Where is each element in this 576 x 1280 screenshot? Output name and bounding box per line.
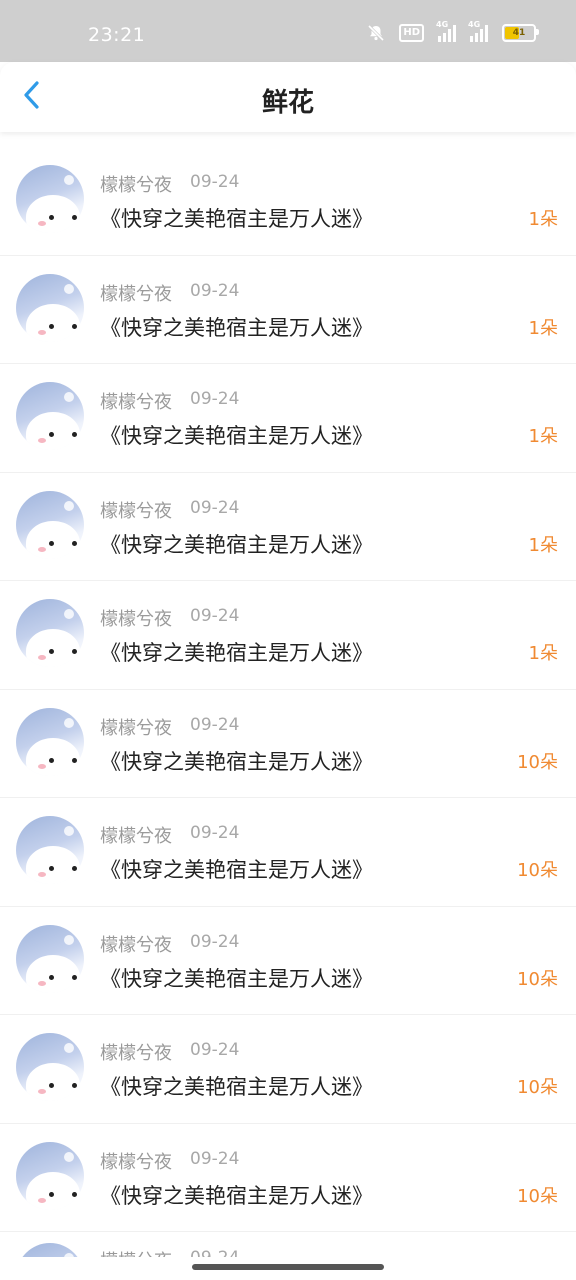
record-date: 09-24 — [190, 172, 240, 192]
record-date: 09-24 — [190, 389, 240, 409]
network-type: 4G — [468, 20, 481, 29]
record-date: 09-24 — [190, 606, 240, 626]
book-title[interactable]: 《快穿之美艳宿主是万人迷》 — [100, 1071, 373, 1101]
avatar[interactable] — [16, 707, 84, 776]
book-title[interactable]: 《快穿之美艳宿主是万人迷》 — [100, 1180, 373, 1210]
list-item[interactable]: 檬檬兮夜 09-24 《快穿之美艳宿主是万人迷》 1朵 — [0, 147, 576, 256]
user-name[interactable]: 檬檬兮夜 — [100, 605, 172, 631]
book-title[interactable]: 《快穿之美艳宿主是万人迷》 — [100, 529, 373, 559]
record-date: 09-24 — [190, 823, 240, 843]
user-name[interactable]: 檬檬兮夜 — [100, 931, 172, 957]
book-title[interactable]: 《快穿之美艳宿主是万人迷》 — [100, 746, 373, 776]
list-item[interactable]: 檬檬兮夜 09-24 《快穿之美艳宿主是万人迷》 10朵 — [0, 1015, 576, 1124]
list-item[interactable]: 檬檬兮夜 09-24 《快穿之美艳宿主是万人迷》 10朵 — [0, 1124, 576, 1232]
list-item[interactable]: 檬檬兮夜 09-24 《快穿之美艳宿主是万人迷》 1朵 — [0, 473, 576, 581]
signal-icon: 4G — [468, 20, 488, 42]
avatar[interactable] — [16, 1141, 84, 1210]
list-item[interactable]: 檬檬兮夜 09-24 — [0, 1237, 576, 1257]
flower-count: 1朵 — [528, 209, 558, 230]
list-item[interactable]: 檬檬兮夜 09-24 《快穿之美艳宿主是万人迷》 1朵 — [0, 256, 576, 364]
avatar[interactable] — [16, 1243, 84, 1257]
flower-count: 10朵 — [517, 751, 558, 773]
record-date: 09-24 — [190, 497, 240, 518]
flower-count: 1朵 — [528, 534, 558, 556]
status-time: 23:21 — [88, 24, 146, 46]
user-name[interactable]: 檬檬兮夜 — [100, 1148, 172, 1174]
avatar[interactable] — [16, 816, 84, 884]
home-indicator[interactable] — [192, 1264, 384, 1270]
book-title[interactable]: 《快穿之美艳宿主是万人迷》 — [100, 312, 373, 342]
list-item[interactable]: 檬檬兮夜 09-24 《快穿之美艳宿主是万人迷》 1朵 — [0, 364, 576, 473]
book-title[interactable]: 《快穿之美艳宿主是万人迷》 — [100, 854, 373, 884]
avatar[interactable] — [16, 924, 84, 993]
hd-icon: HD — [399, 24, 424, 42]
list-item[interactable]: 檬檬兮夜 09-24 《快穿之美艳宿主是万人迷》 10朵 — [0, 798, 576, 907]
avatar[interactable] — [16, 599, 84, 667]
list-item[interactable]: 檬檬兮夜 09-24 《快穿之美艳宿主是万人迷》 10朵 — [0, 907, 576, 1015]
flower-count: 10朵 — [517, 1077, 558, 1098]
avatar[interactable] — [16, 490, 84, 559]
record-date: 09-24 — [190, 1248, 239, 1257]
user-name[interactable]: 檬檬兮夜 — [100, 171, 172, 197]
flower-count: 10朵 — [517, 968, 558, 990]
record-date: 09-24 — [190, 280, 240, 301]
book-title[interactable]: 《快穿之美艳宿主是万人迷》 — [100, 203, 373, 233]
user-name[interactable]: 檬檬兮夜 — [100, 280, 172, 306]
network-type: 4G — [436, 20, 449, 29]
avatar[interactable] — [16, 273, 84, 342]
flower-count: 10朵 — [517, 860, 558, 881]
record-date: 09-24 — [190, 1040, 240, 1060]
book-title[interactable]: 《快穿之美艳宿主是万人迷》 — [100, 963, 373, 993]
avatar[interactable] — [16, 1033, 84, 1101]
bell-off-icon — [367, 24, 385, 42]
flower-count: 1朵 — [528, 643, 558, 664]
list-item[interactable]: 檬檬兮夜 09-24 《快穿之美艳宿主是万人迷》 1朵 — [0, 581, 576, 690]
flower-record-list: 檬檬兮夜 09-24 《快穿之美艳宿主是万人迷》 1朵 檬檬兮夜 09-24 《… — [0, 147, 576, 1232]
nav-bar: 鲜花 — [0, 62, 576, 132]
battery-icon: 41 — [502, 24, 539, 42]
flower-count: 1朵 — [528, 426, 558, 447]
flower-count: 10朵 — [517, 1185, 558, 1207]
book-title[interactable]: 《快穿之美艳宿主是万人迷》 — [100, 637, 373, 667]
signal-icon: 4G — [436, 20, 456, 42]
user-name[interactable]: 檬檬兮夜 — [100, 1039, 172, 1065]
record-date: 09-24 — [190, 714, 240, 735]
user-name[interactable]: 檬檬兮夜 — [100, 1247, 172, 1257]
page-title: 鲜花 — [261, 88, 314, 118]
status-bar: 23:21 HD 4G 4G 41 — [0, 0, 576, 62]
user-name[interactable]: 檬檬兮夜 — [100, 388, 172, 414]
list-item[interactable]: 檬檬兮夜 09-24 《快穿之美艳宿主是万人迷》 10朵 — [0, 690, 576, 798]
status-icons: HD 4G 4G 41 — [367, 20, 539, 42]
user-name[interactable]: 檬檬兮夜 — [100, 497, 172, 523]
record-date: 09-24 — [190, 1148, 240, 1169]
battery-level: 41 — [512, 28, 526, 38]
avatar[interactable] — [16, 165, 84, 233]
user-name[interactable]: 檬檬兮夜 — [100, 822, 172, 848]
flower-count: 1朵 — [528, 317, 558, 339]
book-title[interactable]: 《快穿之美艳宿主是万人迷》 — [100, 420, 373, 450]
avatar[interactable] — [16, 382, 84, 450]
record-date: 09-24 — [190, 931, 240, 952]
user-name[interactable]: 檬檬兮夜 — [100, 714, 172, 740]
